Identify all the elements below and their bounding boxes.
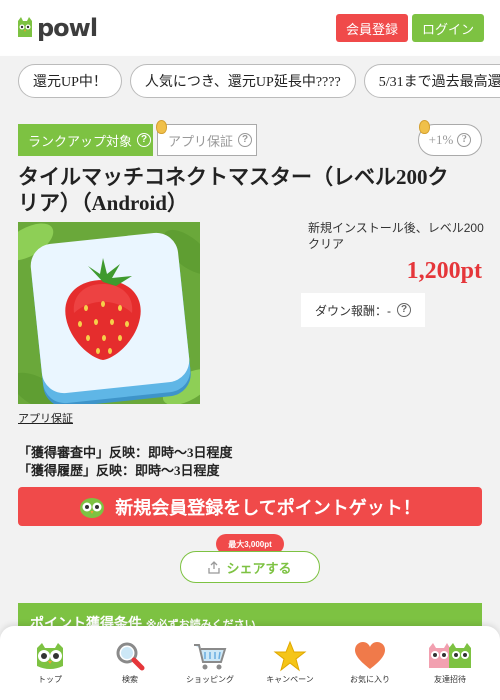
rate-up-label: +1%	[428, 132, 454, 147]
cart-icon	[194, 644, 227, 670]
note-review: 「獲得審査中」反映：即時～3日程度	[18, 445, 233, 460]
nav-top[interactable]: トップ	[10, 626, 90, 700]
nav-label: ショッピング	[186, 675, 234, 684]
badge-bubble-icon	[419, 120, 430, 134]
heart-icon	[355, 642, 385, 669]
chip-return-up-extended[interactable]: 人気につき、還元UP延長中????	[129, 64, 356, 98]
campaign-chips: 還元UP中！ 人気につき、還元UP延長中???? 5/31まで過去最高還元！	[0, 56, 500, 106]
chip-return-up[interactable]: 還元UP中！	[18, 64, 122, 98]
search-icon	[116, 642, 145, 671]
share-section: 最大3,000pt シェアする	[180, 534, 320, 584]
register-button[interactable]: 会員登録	[335, 14, 408, 42]
powl-logo[interactable]: powl	[16, 14, 98, 42]
owl-logo-icon	[18, 17, 32, 37]
nav-label: 検索	[122, 675, 138, 684]
nav-campaign[interactable]: キャンペーン	[250, 626, 330, 700]
help-icon[interactable]: ?	[457, 133, 472, 147]
logo-text: powl	[37, 14, 98, 42]
share-label: シェアする	[226, 560, 292, 576]
app-guarantee-link[interactable]: アプリ保証	[18, 410, 73, 426]
star-icon	[273, 640, 307, 672]
nav-label: キャンペーン	[266, 675, 314, 684]
owl-icon	[37, 643, 63, 669]
down-reward-box: ダウン報酬：- ?	[301, 293, 425, 327]
chip-record-return[interactable]: 5/31まで過去最高還元！	[363, 64, 500, 98]
app-guarantee-tag[interactable]: アプリ保証 ?	[157, 124, 257, 156]
app-guarantee-label: アプリ保証	[168, 133, 234, 149]
strawberry-icon	[65, 258, 141, 360]
down-reward-label: ダウン報酬：-	[315, 303, 391, 318]
share-button[interactable]: シェアする	[180, 551, 320, 583]
share-icon	[208, 560, 221, 574]
offer-title: タイルマッチコネクトマスター（レベル200クリア）（Android）	[18, 165, 449, 215]
offer-tags: ランクアップ対象 ? アプリ保証 ? +1% ?	[18, 120, 482, 156]
nav-label: トップ	[38, 675, 62, 684]
note-history: 「獲得履歴」反映：即時～3日程度	[18, 463, 220, 478]
badge-bubble-icon	[156, 120, 167, 134]
header: powl 会員登録 ログイン	[0, 0, 500, 56]
app-thumbnail	[18, 222, 200, 404]
offer-price: 1,200pt	[406, 258, 482, 284]
owl-icon	[80, 497, 105, 518]
rank-up-tag[interactable]: ランクアップ対象 ?	[18, 124, 153, 156]
nav-favorites[interactable]: お気に入り	[330, 626, 410, 700]
nav-label: お気に入り	[350, 675, 390, 684]
signup-cta-label: 新規会員登録をしてポイントゲット！	[115, 497, 421, 518]
rank-up-label: ランクアップ対象	[28, 133, 133, 149]
nav-label: 友達招待	[434, 675, 466, 684]
help-icon[interactable]: ?	[137, 133, 152, 147]
friends-icon	[429, 643, 471, 668]
offer-detail: ランクアップ対象 ? アプリ保証 ? +1% ? タイルマッチコネクトマスター（…	[0, 106, 500, 700]
login-button[interactable]: ログイン	[411, 14, 484, 42]
nav-search[interactable]: 検索	[90, 626, 170, 700]
nav-shopping[interactable]: ショッピング	[170, 626, 250, 700]
reflection-notes: 「獲得審査中」反映：即時～3日程度 「獲得履歴」反映：即時～3日程度	[18, 444, 233, 480]
offer-condition: 新規インストール後、レベル200クリア	[308, 221, 484, 251]
nav-invite-friends[interactable]: 友達招待	[410, 626, 490, 700]
bottom-navigation: トップ 検索 ショッピング キャンペーン お気に入り 友達招待	[0, 626, 500, 700]
help-icon[interactable]: ?	[397, 303, 411, 317]
signup-cta-button[interactable]: 新規会員登録をしてポイントゲット！	[18, 487, 482, 526]
help-icon[interactable]: ?	[238, 133, 253, 147]
